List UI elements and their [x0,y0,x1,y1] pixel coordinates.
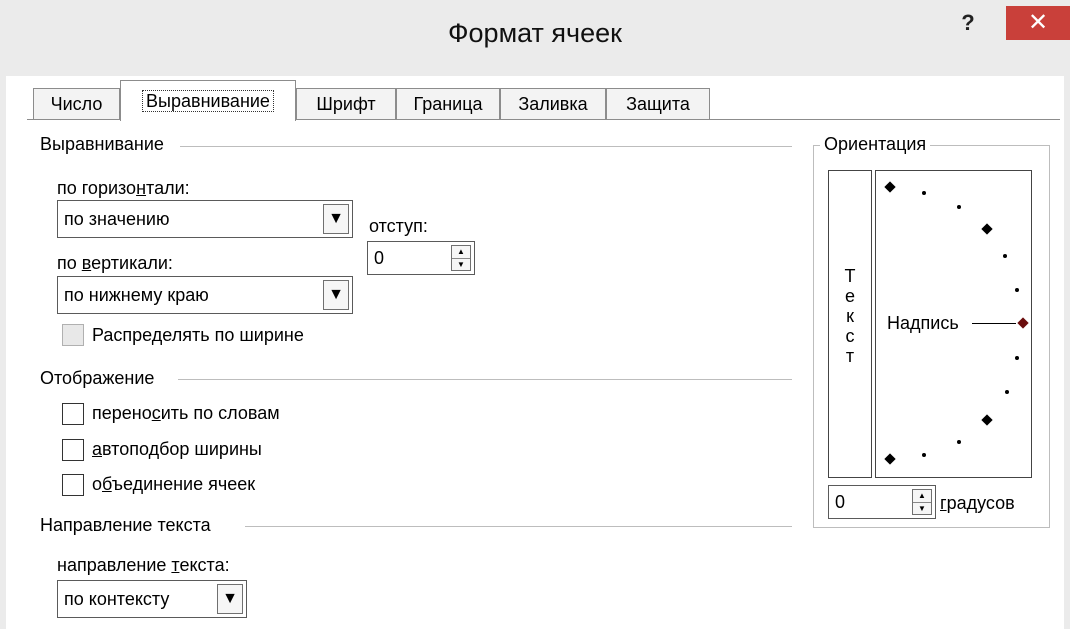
horizontal-select-value: по значению [64,209,170,229]
dial-dot [922,453,926,457]
display-group-line [178,379,792,380]
indent-value: 0 [374,248,385,268]
tab-protection[interactable]: Защита [606,88,710,119]
tab-number[interactable]: Число [33,88,120,119]
tab-border[interactable]: Граница [396,88,500,119]
vertical-text: Т е к с т [844,266,856,366]
text-direction-select[interactable]: по контексту ▼ [57,580,247,618]
direction-group-line [245,526,792,527]
chevron-down-icon[interactable]: ▼ [217,584,243,614]
dial-dot [1015,356,1019,360]
tab-border-label: Граница [413,94,483,114]
degrees-value: 0 [835,492,846,512]
merge-cells-label: объединение ячеек [92,474,256,494]
alignment-group-line [180,146,792,147]
distribute-label: Распределять по ширине [92,325,304,345]
merge-cells-checkbox[interactable] [62,474,84,496]
format-cells-dialog: Формат ячеек ? ✕ Число Выравнивание Шриф… [0,0,1070,629]
text-direction-label: направление текста: [57,555,230,575]
chevron-down-icon[interactable]: ▼ [323,204,349,234]
dial-dot [957,440,961,444]
tab-alignment-label: Выравнивание [142,90,274,112]
spin-up-icon[interactable]: ▲ [452,246,470,259]
dial-dot [1003,254,1007,258]
chevron-down-icon[interactable]: ▼ [323,280,349,310]
degrees-spin-buttons[interactable]: ▲ ▼ [912,489,932,515]
tab-alignment[interactable]: Выравнивание [120,80,296,121]
indent-stepper[interactable]: 0 ▲ ▼ [367,241,475,275]
degrees-label: градусов [940,493,1015,513]
text-direction-value: по контексту [64,589,170,609]
horizontal-select[interactable]: по значению ▼ [57,200,353,238]
dial-dot [922,191,926,195]
window-border-right [1064,76,1070,629]
vertical-select-value: по нижнему краю [64,285,209,305]
help-button[interactable]: ? [953,10,983,36]
degrees-stepper[interactable]: 0 ▲ ▼ [828,485,936,519]
orientation-group-title: Ориентация [820,134,931,155]
window-border-left [0,76,6,629]
tab-protection-label: Защита [626,94,690,114]
display-group-title: Отображение [40,368,163,389]
close-button[interactable]: ✕ [1006,6,1070,40]
orientation-dial-pointer [972,323,1016,324]
vertical-select[interactable]: по нижнему краю ▼ [57,276,353,314]
direction-group-title: Направление текста [40,515,219,536]
horizontal-label: по горизонтали: [57,178,190,198]
alignment-group-title: Выравнивание [40,134,172,155]
orientation-dial-label: Надпись [887,313,959,333]
wrap-text-checkbox[interactable] [62,403,84,425]
wrap-text-label: переносить по словам [92,403,280,423]
dial-dot [1015,288,1019,292]
tab-font-label: Шрифт [316,94,376,114]
indent-label: отступ: [369,216,428,236]
title-bar: Формат ячеек ? ✕ [0,0,1070,76]
spin-down-icon[interactable]: ▼ [913,503,931,515]
tab-number-label: Число [50,94,103,114]
distribute-checkbox[interactable] [62,324,84,346]
shrink-to-fit-checkbox[interactable] [62,439,84,461]
tab-fill[interactable]: Заливка [500,88,606,119]
spin-down-icon[interactable]: ▼ [452,259,470,271]
indent-spin-buttons[interactable]: ▲ ▼ [451,245,471,271]
spin-up-icon[interactable]: ▲ [913,490,931,503]
dial-dot [1005,390,1009,394]
dialog-title: Формат ячеек [448,18,622,48]
tab-fill-label: Заливка [518,94,588,114]
vertical-label: по вертикали: [57,253,173,273]
tab-font[interactable]: Шрифт [296,88,396,119]
shrink-to-fit-label: автоподбор ширины [92,439,262,459]
vertical-text-button[interactable]: Т е к с т [828,170,872,478]
dial-dot [957,205,961,209]
